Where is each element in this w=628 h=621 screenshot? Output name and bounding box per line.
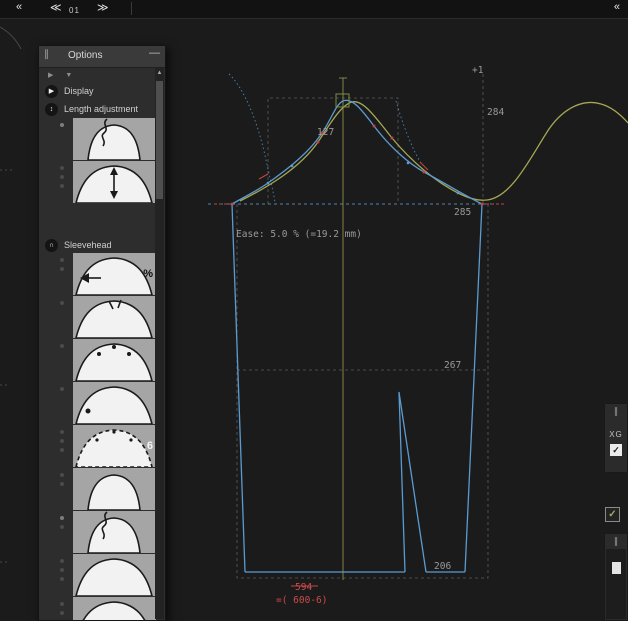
sleeve-outline <box>231 99 483 573</box>
six-badge: 6 <box>146 440 153 452</box>
option-state-dots <box>60 387 64 391</box>
section-length-adjustment[interactable]: ↕ Length adjustment <box>39 100 165 118</box>
collapse-right-icon[interactable]: « <box>614 1 620 13</box>
option-state-dots <box>60 559 64 581</box>
sleeve-option-thumbnail[interactable] <box>73 296 156 338</box>
cap-smooth-icon <box>75 386 153 424</box>
option-state-dots <box>60 301 64 305</box>
sleeve-hook-icon <box>87 511 141 553</box>
top-toolbar: « ≪ 01 ≫ « <box>0 0 628 19</box>
option-state-dots <box>60 516 64 529</box>
lower-panel-body <box>606 549 626 619</box>
background-fragments <box>0 26 22 563</box>
sleeve-option-thumbnail[interactable] <box>73 161 156 203</box>
label-285: 285 <box>454 207 471 218</box>
option-state-dots <box>60 258 64 271</box>
sleeve-option-thumbnail[interactable]: 6 <box>73 425 156 467</box>
sleeve-option-row[interactable]: % <box>39 253 165 295</box>
label-formula: =( 600-6) <box>276 595 327 606</box>
options-scrollbar[interactable]: ▲ <box>155 68 164 619</box>
sleeve-option-thumbnail[interactable]: % <box>73 253 156 295</box>
scroll-up-icon[interactable]: ▲ <box>155 68 164 78</box>
cap-plain-icon <box>75 558 153 596</box>
option-state-dots <box>60 430 64 452</box>
document-icon[interactable] <box>612 562 621 574</box>
sleeve-option-row[interactable] <box>39 296 165 338</box>
sleeve-option-row[interactable] <box>39 161 165 203</box>
expand-all-icon[interactable]: ▶ <box>48 71 53 79</box>
cap-points-icon <box>75 343 153 381</box>
option-state-dots <box>60 166 64 188</box>
ease-label: Ease: 5.0 % (=19.2 mm) <box>236 229 362 240</box>
curve-point-markers <box>230 124 484 206</box>
option-state-dots <box>60 123 64 127</box>
sleeve-option-thumbnail[interactable] <box>73 554 156 596</box>
sleeve-option-row[interactable] <box>39 118 165 160</box>
cap-notch-icon <box>75 299 153 338</box>
sleeve-option-row[interactable] <box>39 468 165 510</box>
panel-drag-handle-icon[interactable]: ∥ <box>44 49 49 60</box>
label-127: 127 <box>317 127 334 138</box>
label-284: 284 <box>487 107 504 118</box>
label-267: 267 <box>444 360 461 371</box>
cap-height-arrow-icon <box>75 165 153 203</box>
display-section-label: Display <box>64 86 94 96</box>
sleeve-option-row[interactable] <box>39 511 165 553</box>
alternate-cap-curve <box>239 101 628 202</box>
label-plus1: +1 <box>472 65 484 76</box>
toolbar-divider <box>131 2 132 15</box>
collapse-left-icon[interactable]: « <box>16 1 22 13</box>
forward-icon[interactable]: ≫ <box>97 1 109 14</box>
panel-drag-handle-icon[interactable]: ∥ <box>605 536 627 547</box>
xg-label: XG <box>609 430 623 439</box>
collapse-all-icon[interactable]: ▼ <box>65 72 72 79</box>
sleeve-option-thumbnail[interactable] <box>73 339 156 381</box>
sleeve-option-thumbnail[interactable] <box>73 468 156 510</box>
options-panel-title: Options <box>68 50 103 61</box>
option-state-dots <box>60 473 64 486</box>
option-state-dots <box>60 602 64 615</box>
right-panel-xg: ∥ XG ✓ <box>604 403 628 473</box>
display-section-icon: ▶ <box>45 84 58 98</box>
options-panel-titlebar[interactable]: ∥ Options — <box>39 46 165 68</box>
section-display[interactable]: ▶ Display <box>39 82 165 100</box>
sleeve-option-row[interactable]: 6 <box>39 425 165 467</box>
construction-lines <box>208 73 506 580</box>
section-sleevehead[interactable]: ∩ Sleevehead <box>39 237 165 253</box>
sleeve-option-row[interactable] <box>39 554 165 596</box>
scrollbar-thumb[interactable] <box>156 81 163 199</box>
options-mini-toolbar: ▶ ▼ <box>39 68 165 82</box>
sleeve-option-thumbnail[interactable] <box>73 597 156 620</box>
xg-checkbox[interactable]: ✓ <box>610 444 622 456</box>
sleevehead-section-label: Sleevehead <box>64 240 112 250</box>
right-panel-lower: ∥ <box>604 533 628 621</box>
layer-checkbox[interactable]: ✓ <box>605 507 620 522</box>
sleeve-option-thumbnail[interactable] <box>73 118 156 160</box>
label-206: 206 <box>434 561 451 572</box>
sleevehead-section-icon: ∩ <box>45 238 58 252</box>
percent-badge: % <box>143 268 153 280</box>
sleeve-option-row[interactable] <box>39 597 165 620</box>
sleeve-option-row[interactable] <box>39 339 165 381</box>
sleeve-option-thumbnail[interactable] <box>73 511 156 553</box>
sleeve-option-thumbnail[interactable] <box>73 382 156 424</box>
page-number-label: 01 <box>69 6 80 15</box>
sleeve-option-row[interactable] <box>39 382 165 424</box>
sleeve-hook-icon <box>87 118 141 160</box>
option-state-dots <box>60 344 64 348</box>
rewind-icon[interactable]: ≪ <box>50 1 62 14</box>
panel-drag-handle-icon[interactable]: ∥ <box>605 406 627 417</box>
cap-plain-icon <box>82 601 146 620</box>
measurement-labels: +1 284 127 285 Ease: 5.0 % (=19.2 mm) 26… <box>236 65 504 606</box>
length-adjustment-label: Length adjustment <box>64 104 139 114</box>
label-594-struck: 594 <box>295 582 312 593</box>
minimize-icon[interactable]: — <box>149 47 160 59</box>
options-panel: ∥ Options — ▶ ▼ ▶ Display ↕ Length adjus… <box>38 45 166 621</box>
sleeve-plain-icon <box>87 474 141 510</box>
length-adjustment-icon: ↕ <box>45 102 58 116</box>
cap-segments-icon <box>75 429 153 467</box>
